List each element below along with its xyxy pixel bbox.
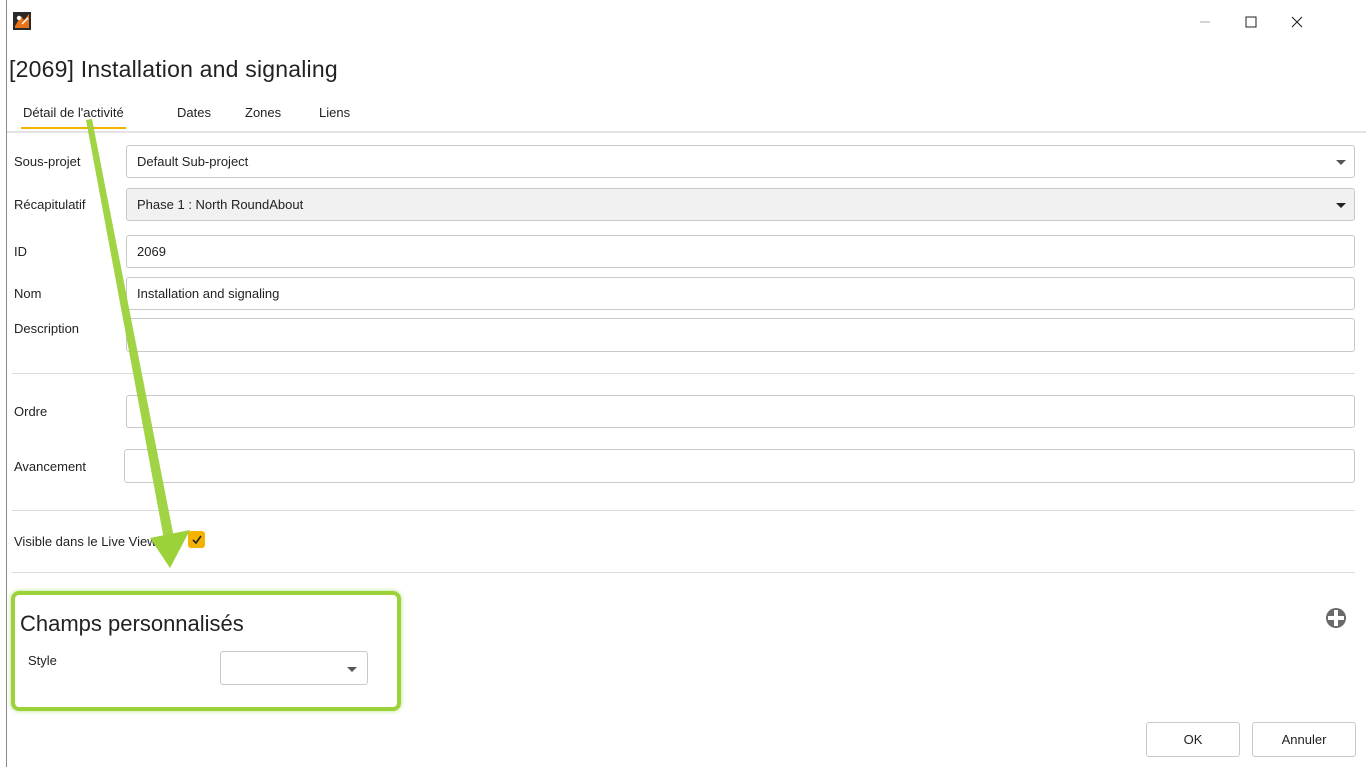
divider [12,572,1355,573]
tab-detail-activite[interactable]: Détail de l'activité [21,103,126,129]
ok-button[interactable]: OK [1146,722,1240,757]
recapitulatif-label: Récapitulatif [14,197,86,212]
avancement-field[interactable] [124,449,1355,483]
annotation-highlight-box [11,591,401,711]
app-icon [13,12,31,30]
chevron-down-icon [1336,203,1346,208]
visible-live-view-label: Visible dans le Live View [14,534,157,549]
tab-bar: Détail de l'activité Dates Zones Liens [7,99,1366,133]
minimize-button[interactable] [1182,0,1228,44]
nom-label: Nom [14,286,42,301]
minimize-icon [1200,21,1210,23]
nom-field[interactable]: Installation and signaling [126,277,1355,310]
tab-dates[interactable]: Dates [175,103,213,127]
check-icon [191,535,202,544]
plus-icon[interactable] [1325,607,1347,629]
recapitulatif-select[interactable]: Phase 1 : North RoundAbout [126,188,1355,221]
title-bar [7,0,1366,44]
tab-zones[interactable]: Zones [243,103,283,127]
id-label: ID [14,244,27,259]
id-field[interactable]: 2069 [126,235,1355,268]
ordre-label: Ordre [14,404,48,419]
ordre-field[interactable] [126,395,1355,428]
window-title: [2069] Installation and signaling [9,56,338,82]
description-label: Description [14,321,80,336]
recapitulatif-value: Phase 1 : North RoundAbout [137,197,304,212]
description-field[interactable] [126,318,1355,352]
sous-projet-value: Default Sub-project [137,154,249,169]
divider [12,373,1355,374]
chevron-down-icon [1336,160,1346,165]
sous-projet-select[interactable]: Default Sub-project [126,145,1355,178]
divider [12,510,1355,511]
maximize-button[interactable] [1228,0,1274,44]
maximize-icon [1245,16,1257,28]
cancel-button[interactable]: Annuler [1252,722,1356,757]
close-button[interactable] [1274,0,1320,44]
visible-live-view-checkbox[interactable] [188,531,205,548]
close-icon [1291,16,1303,28]
sous-projet-label: Sous-projet [14,154,81,169]
tab-liens[interactable]: Liens [317,103,352,127]
avancement-label: Avancement [14,459,87,474]
